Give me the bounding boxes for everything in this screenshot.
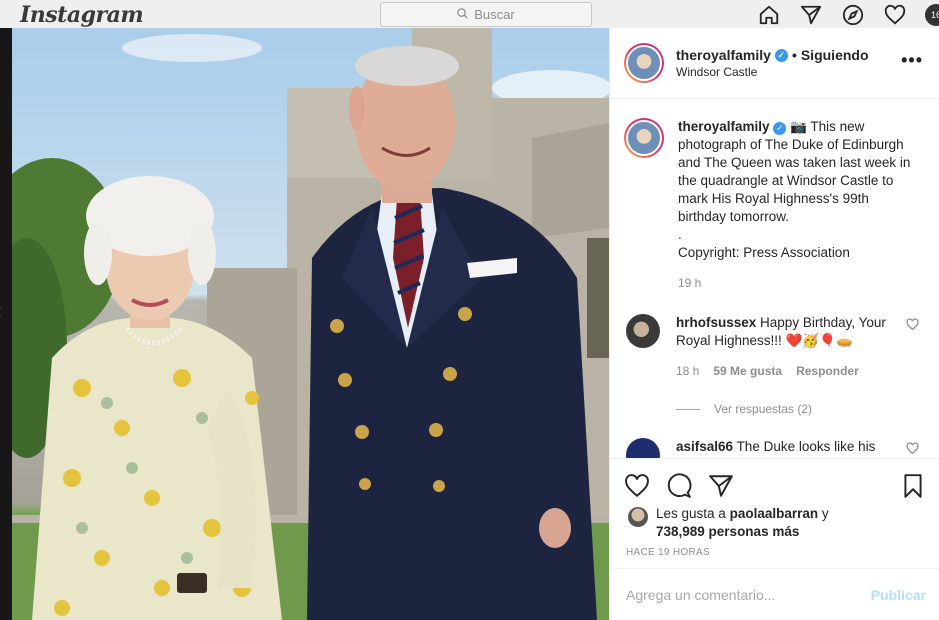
- comment-bubble-icon[interactable]: [666, 473, 692, 499]
- share-paper-plane-icon[interactable]: [708, 473, 734, 499]
- caption-username[interactable]: theroyalfamily: [678, 119, 770, 134]
- search-placeholder: Buscar: [474, 7, 515, 22]
- caption: theroyalfamily ✓ 📷 This new photograph o…: [610, 100, 939, 292]
- add-comment-bar: Publicar: [610, 568, 939, 620]
- author-username[interactable]: theroyalfamily: [676, 47, 771, 63]
- instagram-logo[interactable]: Instagram: [20, 2, 144, 28]
- separator-dot: •: [791, 47, 797, 63]
- following-button[interactable]: Siguiendo: [801, 47, 869, 63]
- view-replies-button[interactable]: Ver respuestas (2): [676, 402, 939, 416]
- commenter-avatar[interactable]: [626, 438, 660, 458]
- post-side-panel: theroyalfamily ✓ • Siguiendo Windsor Cas…: [609, 28, 939, 620]
- publish-button[interactable]: Publicar: [871, 587, 926, 603]
- more-options-icon[interactable]: •••: [901, 50, 923, 71]
- liker-avatar[interactable]: [628, 507, 648, 527]
- post-actions: Les gusta a paolaalbarran y 738,989 pers…: [610, 458, 939, 568]
- post-modal: theroyalfamily ✓ • Siguiendo Windsor Cas…: [12, 28, 939, 620]
- verified-badge-icon: ✓: [773, 121, 787, 135]
- comment-item: asifsal66 The Duke looks like his: [610, 438, 939, 458]
- caption-dot: .: [678, 227, 682, 242]
- search-box[interactable]: Buscar: [380, 2, 592, 27]
- comment-item: hrhofsussex Happy Birthday, Your Royal H…: [610, 314, 939, 380]
- top-navigation-bar: Instagram Buscar 16: [0, 0, 939, 28]
- profile-avatar[interactable]: 16: [925, 4, 939, 26]
- commenter-username[interactable]: asifsal66: [676, 439, 733, 454]
- commenter-avatar[interactable]: [626, 314, 660, 348]
- search-icon: [457, 7, 468, 22]
- comment-text: The Duke looks like his: [736, 439, 876, 454]
- previous-post-arrow-icon[interactable]: ‹: [0, 298, 10, 326]
- caption-avatar[interactable]: [624, 118, 664, 158]
- likes-joiner: y: [821, 506, 829, 521]
- save-bookmark-icon[interactable]: [900, 473, 926, 499]
- direct-message-icon[interactable]: [799, 3, 823, 27]
- replies-line: [676, 408, 700, 410]
- post-location[interactable]: Windsor Castle: [676, 65, 869, 79]
- caption-time[interactable]: 19 h: [678, 274, 918, 292]
- post-header: theroyalfamily ✓ • Siguiendo Windsor Cas…: [610, 28, 939, 99]
- comment-likes[interactable]: 59 Me gusta: [713, 362, 782, 380]
- author-avatar[interactable]: [624, 43, 664, 83]
- reply-button[interactable]: Responder: [796, 362, 859, 380]
- likes-summary: Les gusta a paolaalbarran y 738,989 pers…: [610, 505, 939, 541]
- nav-icons: 16: [757, 2, 939, 28]
- post-photo[interactable]: [12, 28, 609, 620]
- like-comment-heart-icon[interactable]: [906, 442, 920, 456]
- comments-section[interactable]: theroyalfamily ✓ 📷 This new photograph o…: [610, 100, 939, 458]
- view-replies-label: Ver respuestas (2): [714, 402, 813, 416]
- activity-heart-icon[interactable]: [883, 3, 907, 27]
- caption-text: 📷 This new photograph of The Duke of Edi…: [678, 119, 911, 224]
- caption-copyright: Copyright: Press Association: [678, 245, 850, 260]
- like-comment-heart-icon[interactable]: [906, 318, 920, 332]
- like-heart-icon[interactable]: [624, 473, 650, 499]
- commenter-username[interactable]: hrhofsussex: [676, 315, 756, 330]
- post-timestamp[interactable]: HACE 19 HORAS: [610, 547, 939, 558]
- home-icon[interactable]: [757, 3, 781, 27]
- comment-time[interactable]: 18 h: [676, 362, 699, 380]
- likes-count[interactable]: 738,989 personas más: [656, 524, 799, 539]
- comment-input[interactable]: [626, 586, 871, 603]
- liker-username[interactable]: paolaalbarran: [730, 506, 819, 521]
- likes-prefix: Les gusta a: [656, 506, 726, 521]
- verified-badge-icon: ✓: [774, 48, 788, 62]
- explore-icon[interactable]: [841, 3, 865, 27]
